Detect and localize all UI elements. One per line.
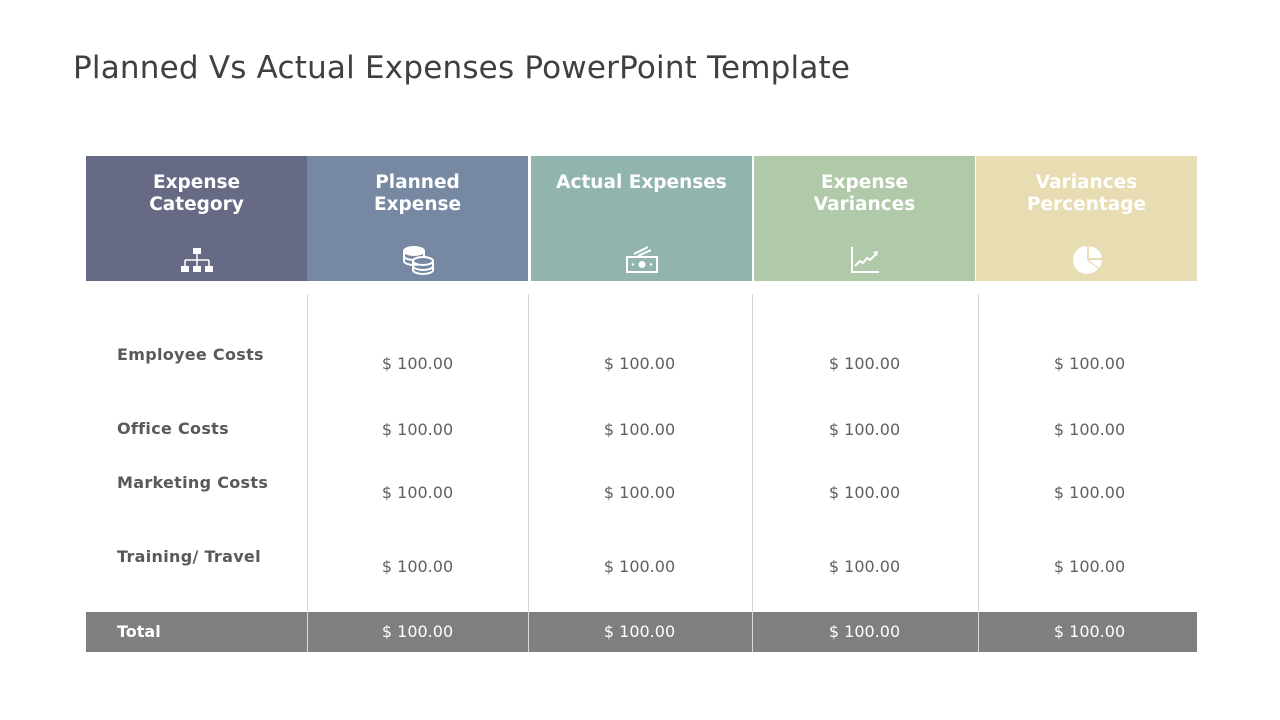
money-bills-icon	[624, 244, 660, 276]
variance-percentage-value: $ 100.00	[1053, 354, 1126, 373]
header-label: Planned Expense	[373, 172, 462, 215]
header-label: Actual Expenses	[556, 172, 727, 193]
header-planned-expense: Planned Expense	[307, 156, 528, 281]
variance-value: $ 100.00	[828, 483, 901, 502]
category-label: Marketing Costs	[117, 473, 269, 492]
header-expense-variances: Expense Variances	[754, 156, 975, 281]
growth-chart-icon	[847, 244, 883, 276]
total-actual-value: $ 100.00	[603, 622, 676, 641]
category-label: Employee Costs	[117, 345, 264, 364]
actual-value: $ 100.00	[603, 354, 676, 373]
column-divider	[528, 294, 529, 652]
coins-icon	[400, 244, 436, 276]
variance-percentage-value: $ 100.00	[1053, 557, 1126, 576]
variance-percentage-value: $ 100.00	[1053, 420, 1126, 439]
variance-value: $ 100.00	[828, 354, 901, 373]
total-divider	[752, 612, 753, 652]
planned-value: $ 100.00	[381, 483, 454, 502]
variance-percentage-value: $ 100.00	[1053, 483, 1126, 502]
column-divider	[307, 294, 308, 652]
column-divider	[752, 294, 753, 652]
planned-value: $ 100.00	[381, 420, 454, 439]
variance-value: $ 100.00	[828, 420, 901, 439]
actual-value: $ 100.00	[603, 420, 676, 439]
total-variance-value: $ 100.00	[828, 622, 901, 641]
pie-chart-icon	[1069, 244, 1105, 276]
slide-title: Planned Vs Actual Expenses PowerPoint Te…	[73, 50, 851, 86]
header-variances-percentage: Variances Percentage	[976, 156, 1197, 281]
variance-value: $ 100.00	[828, 557, 901, 576]
total-variance-percentage-value: $ 100.00	[1053, 622, 1126, 641]
category-label: Training/ Travel	[117, 547, 261, 566]
header-actual-expenses: Actual Expenses	[531, 156, 752, 281]
total-label: Total	[117, 622, 161, 641]
header-label: Variances Percentage	[1026, 172, 1147, 215]
planned-value: $ 100.00	[381, 354, 454, 373]
header-label: Expense Variances	[813, 172, 916, 215]
actual-value: $ 100.00	[603, 483, 676, 502]
actual-value: $ 100.00	[603, 557, 676, 576]
total-planned-value: $ 100.00	[381, 622, 454, 641]
header-label: Expense Category	[149, 172, 244, 215]
column-divider	[978, 294, 979, 652]
hierarchy-icon	[179, 244, 215, 276]
header-expense-category: Expense Category	[86, 156, 307, 281]
planned-value: $ 100.00	[381, 557, 454, 576]
category-label: Office Costs	[117, 419, 229, 438]
